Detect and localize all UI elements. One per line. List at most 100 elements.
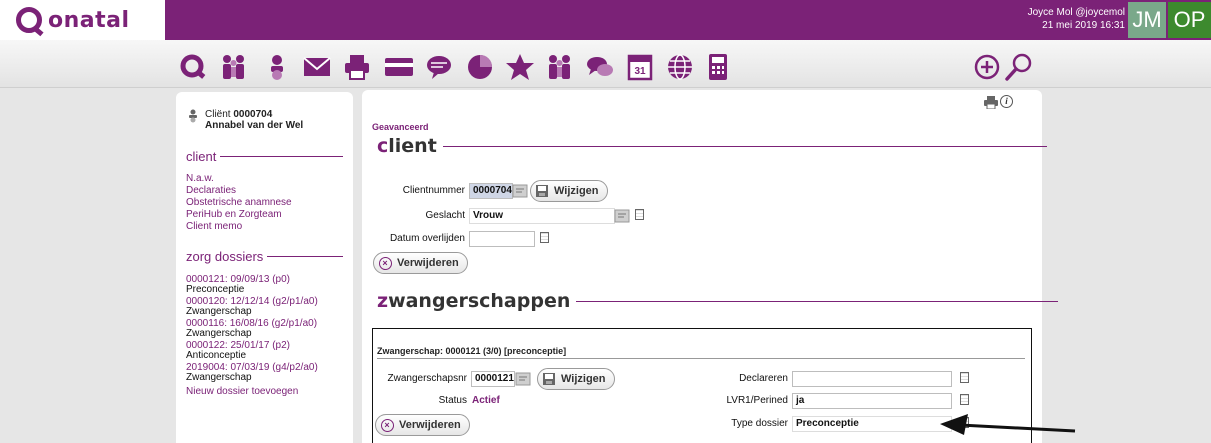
print-icon[interactable] (342, 52, 372, 82)
home-q-icon[interactable] (178, 52, 208, 82)
datum-overlijden-label: Datum overlijden (389, 233, 465, 244)
divider (377, 358, 1025, 359)
declareren-field[interactable] (792, 371, 952, 387)
lvr-label: LVR1/Perined (726, 395, 788, 406)
wijzigen-label: Wijzigen (561, 373, 606, 385)
nav-client-memo[interactable]: Client memo (186, 221, 343, 233)
divider (267, 256, 343, 257)
search-icon[interactable] (1004, 52, 1034, 82)
lookup-icon[interactable] (614, 209, 630, 223)
list-item: 0000116: 16/08/16 (g2/p1/a0) Zwangerschap (186, 318, 343, 339)
client-nav: N.a.w. Declaraties Obstetrische anamnese… (186, 173, 343, 233)
datum-overlijden-field[interactable] (469, 231, 535, 247)
zorg-section-label: zorg dossiers (186, 249, 264, 264)
info-icon[interactable]: i (1000, 95, 1013, 108)
list-item: 0000122: 25/01/17 (p2) Anticonceptie (186, 340, 343, 361)
declareren-label: Declareren (739, 373, 788, 384)
star-icon[interactable] (505, 52, 535, 82)
geslacht-label: Geslacht (425, 210, 465, 221)
people-icon[interactable] (219, 52, 249, 82)
breadcrumb[interactable]: Geavanceerd (372, 122, 429, 132)
verwijderen-button[interactable]: × Verwijderen (375, 414, 470, 436)
page-title: client (377, 135, 437, 157)
zwangerschapsnr-field[interactable]: 0000121 (471, 371, 515, 387)
main-panel: i Geavanceerd client Clientnummer 000070… (362, 90, 1059, 443)
client-section-heading: client (186, 149, 343, 164)
client-section-label: client (186, 149, 217, 164)
dossier-type: Zwangerschap (186, 328, 252, 339)
wijzigen-label: Wijzigen (554, 185, 599, 197)
client-person-icon (186, 109, 200, 123)
list-item: 2019004: 07/03/19 (g4/p2/a0) Zwangerschap (186, 362, 343, 383)
person-icon[interactable] (262, 52, 292, 82)
document-icon[interactable] (635, 209, 644, 220)
lookup-icon[interactable] (512, 184, 528, 198)
zorg-section-heading: zorg dossiers (186, 249, 343, 264)
user-initials-badge[interactable]: JM (1128, 2, 1166, 38)
user-info: Joyce Mol @joycemol 21 mei 2019 16:31 (1028, 6, 1125, 32)
floppy-icon (542, 372, 556, 386)
client-name: Annabel van der Wel (205, 120, 304, 131)
verwijderen-button[interactable]: × Verwijderen (373, 252, 468, 274)
globe-icon[interactable] (665, 52, 695, 82)
document-icon[interactable] (960, 372, 969, 383)
divider (442, 145, 1047, 147)
type-dossier-select[interactable]: Preconceptie (792, 416, 952, 432)
zwangerschap-box: Zwangerschap: 0000121 (3/0) [preconcepti… (372, 328, 1032, 443)
status-value: Actief (472, 395, 500, 406)
divider (220, 156, 343, 157)
dossier-type: Anticonceptie (186, 350, 247, 361)
calendar-icon[interactable] (540, 232, 549, 243)
calendar-icon[interactable]: 31 (625, 52, 655, 82)
verwijderen-label: Verwijderen (397, 257, 459, 269)
nav-naw[interactable]: N.a.w. (186, 173, 343, 185)
lookup-icon[interactable] (515, 372, 531, 386)
new-dossier-link[interactable]: Nieuw dossier toevoegen (186, 386, 343, 398)
op-badge[interactable]: OP (1168, 2, 1211, 38)
geslacht-select[interactable]: Vrouw (469, 208, 615, 224)
zwangerschapsnr-label: Zwangerschapsnr (387, 373, 467, 384)
zwangerschap-title: Zwangerschap: 0000121 (3/0) [preconcepti… (377, 346, 567, 356)
client-heading: client (377, 135, 1047, 157)
wijzigen-button[interactable]: Wijzigen (537, 368, 615, 390)
calendar-day: 31 (634, 66, 646, 77)
dossier-type: Zwangerschap (186, 372, 252, 383)
clientnummer-field[interactable]: 0000704 (469, 183, 513, 199)
verwijderen-label: Verwijderen (399, 419, 461, 431)
mail-icon[interactable] (302, 52, 332, 82)
sidebar: Cliënt 0000704 Annabel van der Wel clien… (176, 92, 353, 443)
pie-chart-icon[interactable] (465, 52, 495, 82)
brand-name: onatal (48, 7, 130, 33)
group-icon[interactable] (545, 52, 575, 82)
nav-perihub-zorgteam[interactable]: PeriHub en Zorgteam (186, 209, 343, 221)
user-name: Joyce Mol @joycemol (1027, 7, 1125, 18)
dossier-type: Zwangerschap (186, 306, 252, 317)
type-dossier-label: Type dossier (731, 418, 788, 429)
annotation-arrow-icon (940, 414, 1076, 435)
calculator-icon[interactable] (703, 52, 733, 82)
print-icon[interactable] (984, 96, 998, 112)
logo[interactable]: onatal (0, 0, 165, 40)
list-item: 0000121: 09/09/13 (p0) Preconceptie (186, 274, 343, 295)
document-icon[interactable] (960, 394, 969, 405)
client-label: Cliënt (205, 109, 231, 120)
nav-declaraties[interactable]: Declaraties (186, 185, 343, 197)
zwangerschappen-heading: zwangerschappen (377, 290, 1059, 312)
add-icon[interactable] (972, 52, 1002, 82)
dossier-type: Preconceptie (186, 284, 245, 295)
client-header: Cliënt 0000704 Annabel van der Wel (186, 109, 343, 131)
divider (576, 300, 1059, 302)
datetime: 21 mei 2019 16:31 (1042, 20, 1125, 31)
clientnummer-label: Clientnummer (402, 185, 465, 196)
remove-icon: × (378, 256, 392, 270)
section-title: zwangerschappen (377, 290, 571, 312)
lvr-field[interactable]: ja (792, 393, 952, 409)
chat-icon[interactable] (585, 52, 615, 82)
nav-obstetrische-anamnese[interactable]: Obstetrische anamnese (186, 197, 343, 209)
wijzigen-button[interactable]: Wijzigen (530, 180, 608, 202)
remove-icon: × (380, 418, 394, 432)
speech-bubble-icon[interactable] (424, 52, 454, 82)
card-icon[interactable] (384, 52, 414, 82)
logo-q-icon (16, 7, 42, 33)
dossier-list: 0000121: 09/09/13 (p0) Preconceptie 00001… (186, 274, 343, 398)
